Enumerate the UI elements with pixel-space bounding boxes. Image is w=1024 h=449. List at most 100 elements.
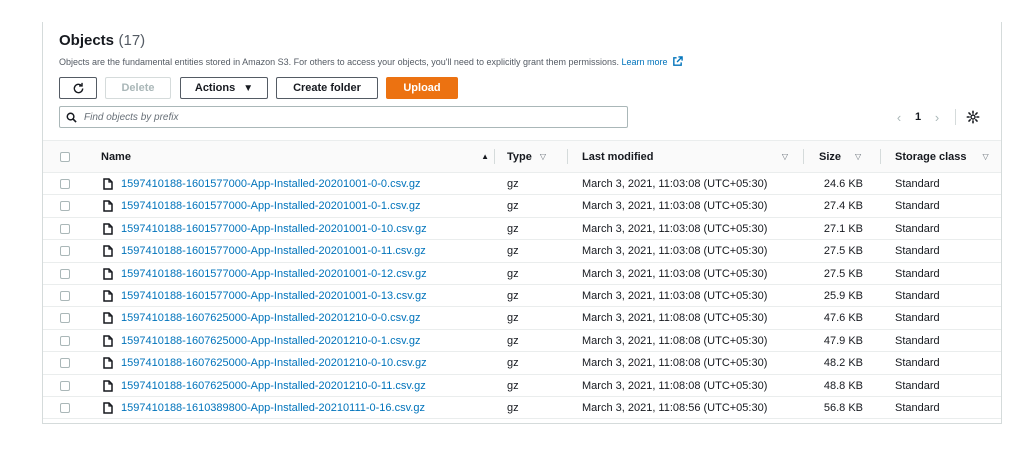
objects-header: Objects (17): [59, 32, 145, 50]
table-row[interactable]: 1597410188-1607625000-App-Installed-2020…: [43, 330, 1001, 353]
refresh-button[interactable]: [59, 77, 97, 99]
row-checkbox[interactable]: [60, 380, 70, 391]
object-name-link[interactable]: 1597410188-1601577000-App-Installed-2020…: [121, 200, 420, 212]
object-name-cell[interactable]: 1597410188-1607625000-App-Installed-2020…: [103, 352, 427, 374]
delete-button[interactable]: Delete: [105, 77, 171, 99]
object-name-link[interactable]: 1597410188-1610389800-App-Installed-2021…: [121, 402, 425, 414]
row-checkbox[interactable]: [60, 246, 70, 257]
external-link-icon[interactable]: [672, 56, 683, 67]
table-row[interactable]: 1597410188-1601577000-App-Installed-2020…: [43, 285, 1001, 308]
object-name-link[interactable]: 1597410188-1607625000-App-Installed-2020…: [121, 335, 420, 347]
file-icon: [103, 402, 113, 414]
sort-icon[interactable]: ▽: [540, 152, 546, 161]
object-name-cell[interactable]: 1597410188-1601577000-App-Installed-2020…: [103, 173, 420, 195]
row-checkbox-cell[interactable]: [60, 240, 70, 262]
object-name-link[interactable]: 1597410188-1601577000-App-Installed-2020…: [121, 178, 420, 190]
sort-icon[interactable]: ▽: [983, 152, 989, 161]
actions-button[interactable]: Actions ▼: [180, 77, 268, 99]
table-row[interactable]: 1597410188-1607625000-App-Installed-2020…: [43, 307, 1001, 330]
object-name-cell[interactable]: 1597410188-1601577000-App-Installed-2020…: [103, 195, 420, 217]
row-checkbox-cell[interactable]: [60, 195, 70, 217]
table-row[interactable]: 1597410188-1601577000-App-Installed-2020…: [43, 195, 1001, 218]
object-name-link[interactable]: 1597410188-1607625000-App-Installed-2020…: [121, 357, 427, 369]
column-name-label: Name: [101, 150, 131, 163]
object-last-modified: March 3, 2021, 11:03:08 (UTC+05:30): [582, 289, 768, 302]
description-text: Objects are the fundamental entities sto…: [59, 57, 619, 67]
gear-icon[interactable]: [966, 110, 980, 124]
sort-icon[interactable]: ▽: [782, 152, 788, 161]
row-checkbox[interactable]: [60, 313, 70, 324]
pager-divider: [955, 109, 956, 125]
row-checkbox-cell[interactable]: [60, 285, 70, 307]
row-checkbox[interactable]: [60, 335, 70, 346]
table-row[interactable]: 1597410188-1610389800-App-Installed-2021…: [43, 397, 1001, 420]
search-box[interactable]: [59, 106, 628, 128]
object-last-modified: March 3, 2021, 11:03:08 (UTC+05:30): [582, 267, 768, 280]
column-header-size[interactable]: Size ▽: [819, 141, 861, 172]
row-checkbox[interactable]: [60, 290, 70, 301]
object-name-cell[interactable]: 1597410188-1610389800-App-Installed-2021…: [103, 397, 425, 419]
object-storage-class: Standard: [895, 200, 940, 213]
row-checkbox[interactable]: [60, 201, 70, 212]
object-name-cell[interactable]: 1597410188-1607625000-App-Installed-2020…: [103, 375, 426, 397]
object-name-link[interactable]: 1597410188-1601577000-App-Installed-2020…: [121, 245, 426, 257]
column-header-name[interactable]: Name ▲: [101, 141, 489, 172]
row-checkbox-cell[interactable]: [60, 307, 70, 329]
row-checkbox-cell[interactable]: [60, 397, 70, 419]
row-checkbox-cell[interactable]: [60, 218, 70, 240]
select-all-checkbox[interactable]: [60, 151, 70, 162]
table-row[interactable]: 1597410188-1601577000-App-Installed-2020…: [43, 240, 1001, 263]
object-type: gz: [507, 357, 519, 370]
object-last-modified: March 3, 2021, 11:03:08 (UTC+05:30): [582, 200, 768, 213]
upload-button[interactable]: Upload: [386, 77, 458, 99]
object-name-link[interactable]: 1597410188-1601577000-App-Installed-2020…: [121, 268, 427, 280]
next-page-icon[interactable]: ›: [929, 110, 945, 125]
file-icon: [103, 245, 113, 257]
sort-ascending-icon[interactable]: ▲: [481, 152, 489, 161]
object-name-link[interactable]: 1597410188-1601577000-App-Installed-2020…: [121, 223, 427, 235]
object-type: gz: [507, 289, 519, 302]
object-last-modified: March 3, 2021, 11:08:08 (UTC+05:30): [582, 312, 768, 325]
object-name-cell[interactable]: 1597410188-1607625000-App-Installed-2020…: [103, 307, 420, 329]
learn-more-label: Learn more: [621, 57, 668, 67]
current-page[interactable]: 1: [907, 111, 929, 123]
table-row[interactable]: 1597410188-1607625000-App-Installed-2020…: [43, 352, 1001, 375]
row-checkbox-cell[interactable]: [60, 173, 70, 195]
table-row[interactable]: 1597410188-1601577000-App-Installed-2020…: [43, 218, 1001, 241]
object-name-cell[interactable]: 1597410188-1601577000-App-Installed-2020…: [103, 218, 427, 240]
object-name-link[interactable]: 1597410188-1607625000-App-Installed-2020…: [121, 380, 426, 392]
row-checkbox[interactable]: [60, 179, 70, 189]
object-storage-class: Standard: [895, 379, 940, 392]
object-last-modified: March 3, 2021, 11:08:08 (UTC+05:30): [582, 334, 768, 347]
row-checkbox[interactable]: [60, 358, 70, 369]
row-checkbox-cell[interactable]: [60, 330, 70, 352]
table-row[interactable]: 1597410188-1607625000-App-Installed-2020…: [43, 375, 1001, 397]
column-header-storage-class[interactable]: Storage class ▽: [895, 141, 989, 172]
object-name-link[interactable]: 1597410188-1607625000-App-Installed-2020…: [121, 312, 420, 324]
object-name-cell[interactable]: 1597410188-1601577000-App-Installed-2020…: [103, 285, 427, 307]
row-checkbox[interactable]: [60, 402, 70, 413]
row-checkbox[interactable]: [60, 223, 70, 234]
object-last-modified: March 3, 2021, 11:03:08 (UTC+05:30): [582, 245, 768, 258]
search-input[interactable]: [82, 110, 606, 124]
create-folder-button[interactable]: Create folder: [276, 77, 378, 99]
row-checkbox-cell[interactable]: [60, 375, 70, 397]
sort-icon[interactable]: ▽: [855, 152, 861, 161]
column-header-type[interactable]: Type ▽: [507, 141, 546, 172]
previous-page-icon[interactable]: ‹: [891, 110, 907, 125]
object-type: gz: [507, 334, 519, 347]
table-row[interactable]: 1597410188-1601577000-App-Installed-2020…: [43, 263, 1001, 285]
object-name-link[interactable]: 1597410188-1601577000-App-Installed-2020…: [121, 290, 427, 302]
object-name-cell[interactable]: 1597410188-1607625000-App-Installed-2020…: [103, 330, 420, 352]
row-checkbox[interactable]: [60, 268, 70, 279]
object-name-cell[interactable]: 1597410188-1601577000-App-Installed-2020…: [103, 263, 427, 285]
object-name-cell[interactable]: 1597410188-1601577000-App-Installed-2020…: [103, 240, 426, 262]
object-storage-class: Standard: [895, 401, 940, 414]
learn-more-link[interactable]: Learn more: [622, 57, 668, 67]
column-storage-class-label: Storage class: [895, 150, 967, 163]
select-all-checkbox-cell[interactable]: [60, 141, 70, 172]
row-checkbox-cell[interactable]: [60, 263, 70, 285]
row-checkbox-cell[interactable]: [60, 352, 70, 374]
table-row[interactable]: 1597410188-1601577000-App-Installed-2020…: [43, 173, 1001, 196]
column-header-last-modified[interactable]: Last modified ▽: [582, 141, 788, 172]
